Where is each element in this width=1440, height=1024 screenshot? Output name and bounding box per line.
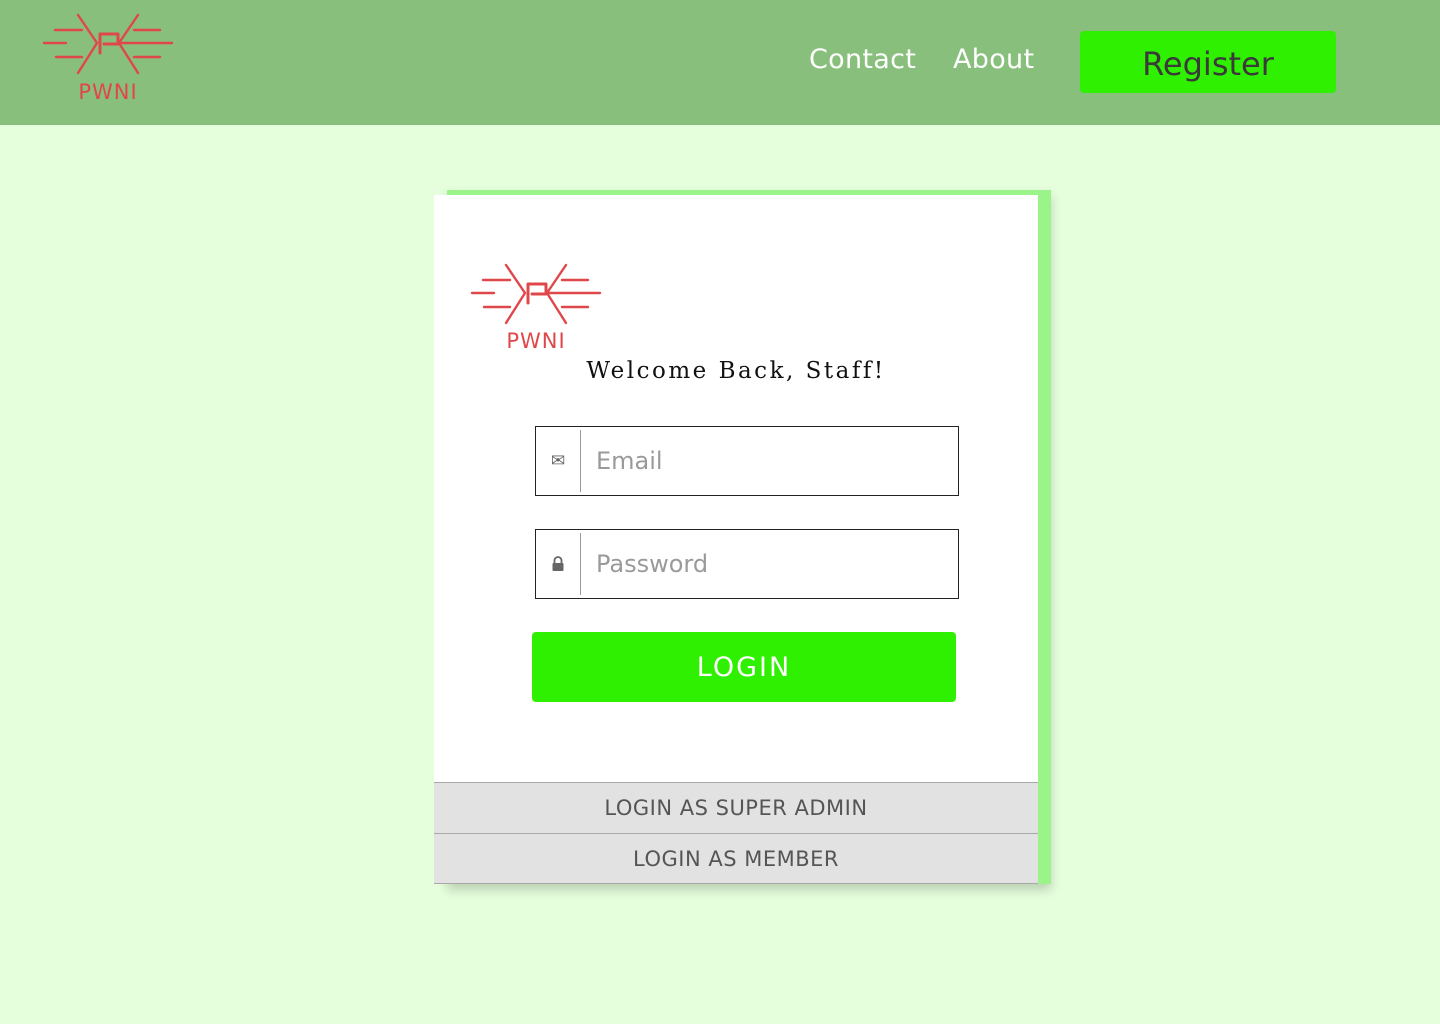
lock-icon <box>536 533 581 595</box>
logo-text: PWNI <box>78 80 138 104</box>
login-card: PWNI Welcome Back, Staff! ✉ LOGIN LOGIN … <box>434 195 1038 884</box>
password-field <box>535 529 959 599</box>
login-button[interactable]: LOGIN <box>532 632 956 702</box>
header-logo[interactable]: PWNI <box>42 12 174 104</box>
envelope-icon: ✉ <box>536 430 581 492</box>
email-input[interactable] <box>581 427 958 495</box>
logo-text: PWNI <box>506 329 566 353</box>
nav-about-link[interactable]: About <box>953 44 1034 75</box>
nav-contact-link[interactable]: Contact <box>809 44 916 75</box>
welcome-heading: Welcome Back, Staff! <box>586 358 886 384</box>
top-navbar: PWNI Contact About Register <box>0 0 1440 125</box>
email-field: ✉ <box>535 426 959 496</box>
password-input[interactable] <box>581 530 958 598</box>
login-as-super-admin-button[interactable]: LOGIN AS SUPER ADMIN <box>434 782 1038 833</box>
register-button[interactable]: Register <box>1080 31 1336 93</box>
card-logo: PWNI <box>470 262 602 354</box>
login-as-member-button[interactable]: LOGIN AS MEMBER <box>434 833 1038 884</box>
lock-icon-shape <box>552 556 564 571</box>
